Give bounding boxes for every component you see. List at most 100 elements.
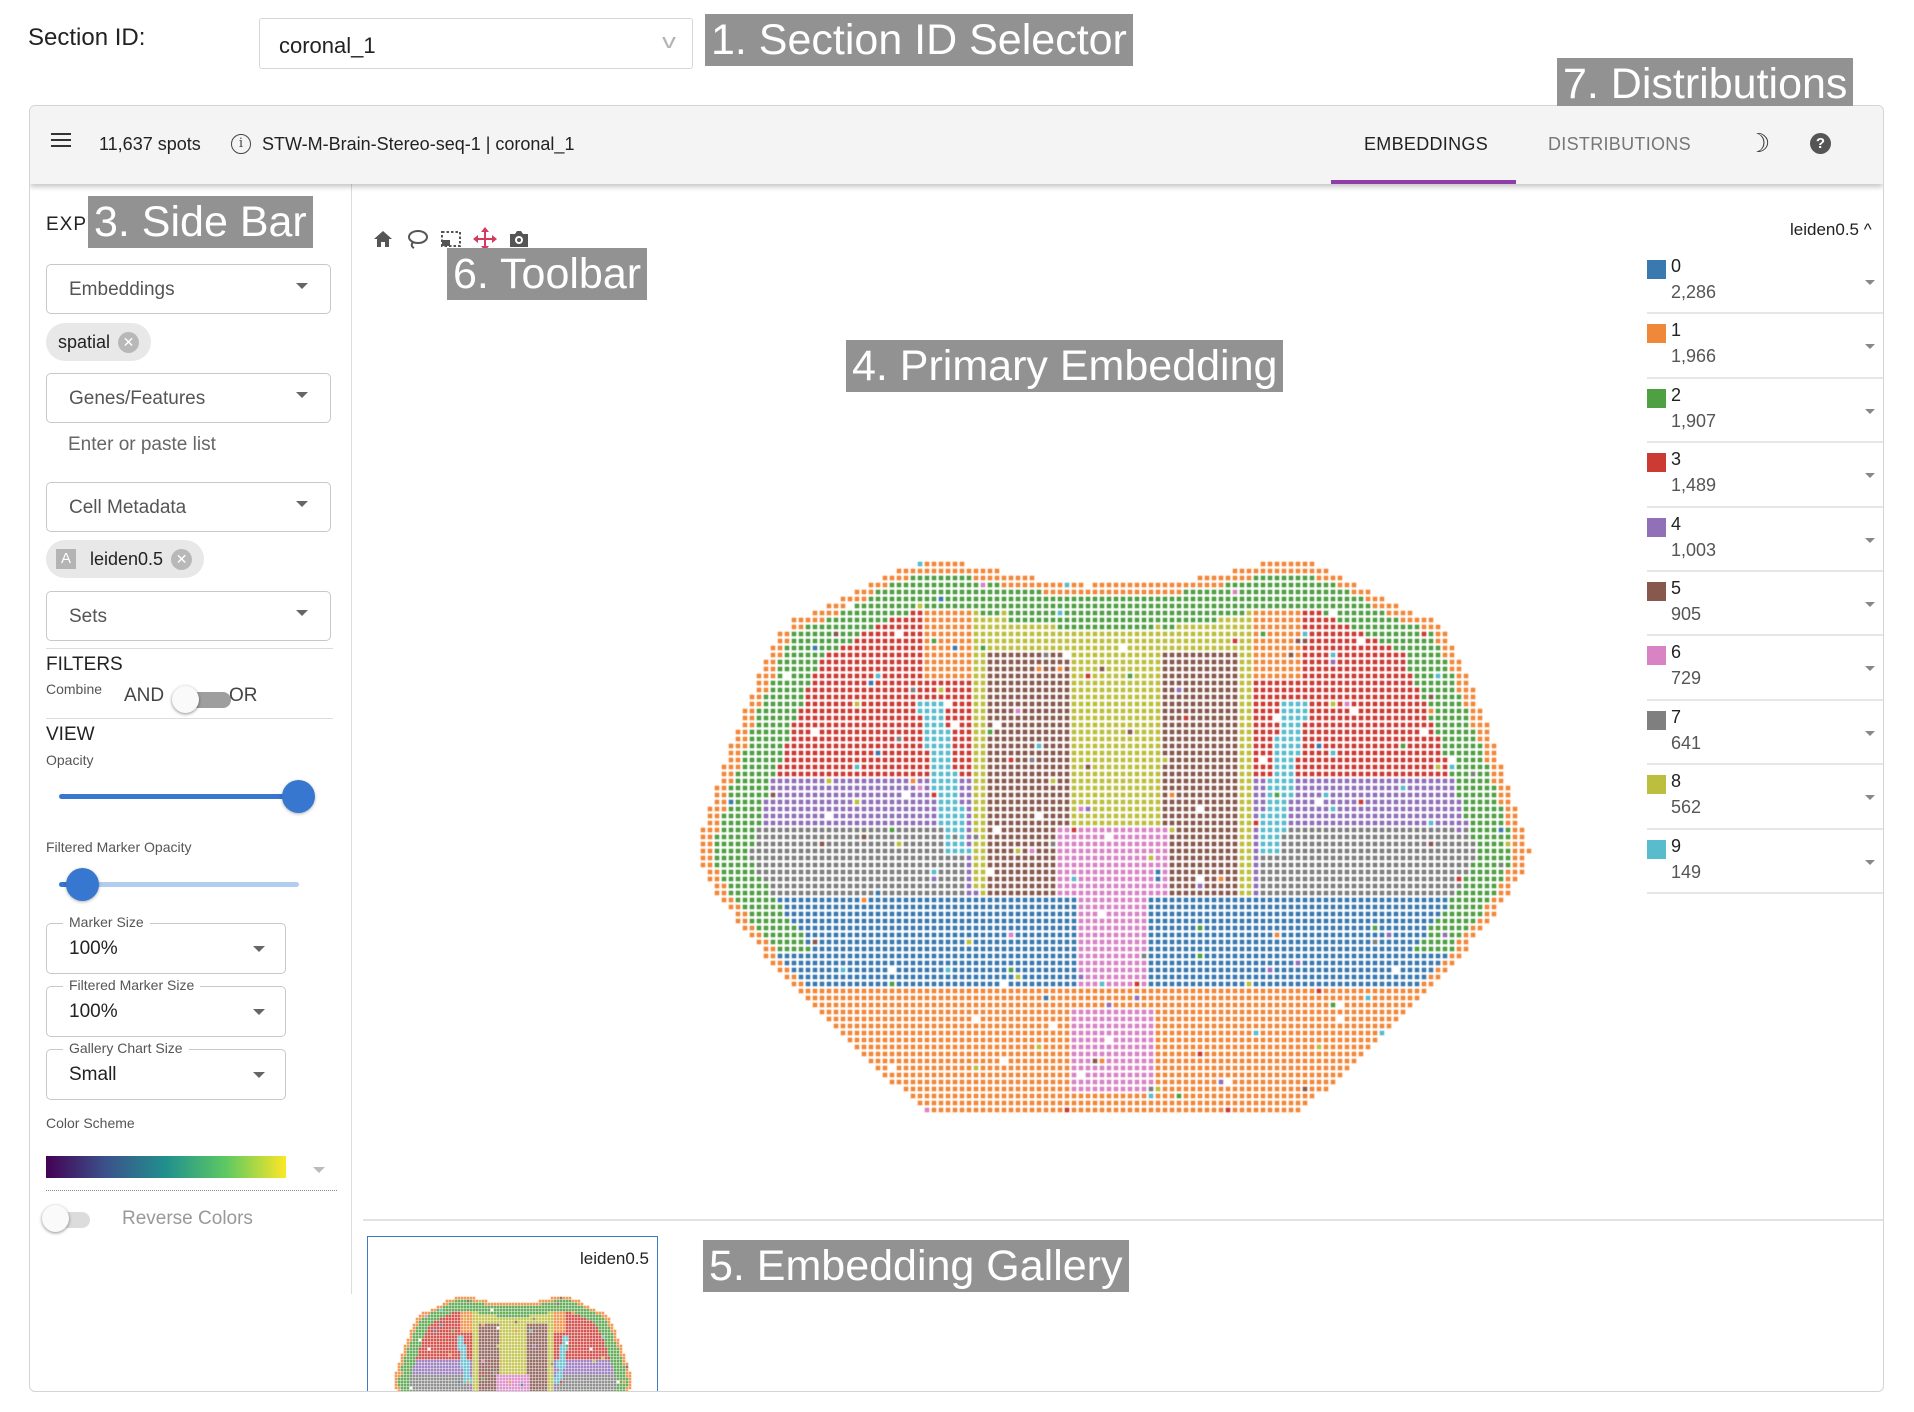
caret-down-icon[interactable] bbox=[1865, 280, 1875, 285]
legend-swatch bbox=[1647, 324, 1666, 344]
annotation-side-bar: 3. Side Bar bbox=[88, 196, 313, 248]
gallery-item[interactable]: leiden0.5 bbox=[367, 1236, 658, 1391]
divider bbox=[46, 718, 333, 719]
legend-item[interactable]: 9 149 bbox=[1647, 830, 1883, 894]
legend-item[interactable]: 8 562 bbox=[1647, 765, 1883, 830]
legend-count: 1,489 bbox=[1671, 475, 1717, 496]
primary-embedding-scatter[interactable] bbox=[353, 184, 1643, 1214]
legend-swatch bbox=[1647, 388, 1666, 408]
legend-count: 562 bbox=[1671, 797, 1702, 818]
color-scheme-select[interactable] bbox=[46, 1156, 286, 1178]
marker-size-select[interactable]: Marker Size 100% bbox=[46, 914, 286, 974]
caret-down-icon[interactable] bbox=[1865, 795, 1875, 801]
caret-down-icon[interactable] bbox=[313, 1167, 325, 1173]
opacity-slider-thumb[interactable] bbox=[282, 780, 315, 813]
chip-label: leiden0.5 bbox=[90, 549, 164, 569]
reverse-colors-toggle-thumb[interactable] bbox=[42, 1205, 69, 1232]
annotation-toolbar: 6. Toolbar bbox=[447, 248, 648, 300]
legend-item[interactable]: 0 2,286 bbox=[1647, 250, 1883, 315]
reverse-colors-label: Reverse Colors bbox=[122, 1208, 253, 1229]
caret-down-icon[interactable] bbox=[1865, 666, 1875, 672]
gallery-chart-size-label: Gallery Chart Size bbox=[63, 1040, 189, 1056]
legend-item[interactable]: 7 641 bbox=[1647, 701, 1883, 766]
gallery-chart-size-select[interactable]: Gallery Chart Size Small bbox=[46, 1040, 286, 1100]
caret-down-icon bbox=[296, 392, 308, 398]
legend-item[interactable]: 3 1,489 bbox=[1647, 443, 1883, 508]
cell-metadata-select[interactable]: Cell Metadata bbox=[46, 482, 331, 532]
app-panel: 11,637 spots i STW-M-Brain-Stereo-seq-1 … bbox=[29, 105, 1884, 1392]
side-bar: EXP Embeddings spatial ✕ Genes/Features E… bbox=[30, 184, 352, 1294]
filtered-marker-size-label: Filtered Marker Size bbox=[63, 977, 201, 993]
legend-item[interactable]: 2 1,907 bbox=[1647, 379, 1883, 444]
categorical-badge-icon: A bbox=[56, 549, 76, 569]
metadata-select-label: Cell Metadata bbox=[69, 497, 187, 518]
caret-down-icon[interactable] bbox=[1865, 601, 1875, 607]
legend-label: 6 bbox=[1671, 642, 1682, 663]
help-icon[interactable]: ? bbox=[1810, 133, 1831, 154]
caret-down-icon bbox=[296, 283, 308, 289]
opacity-slider-track[interactable] bbox=[59, 794, 299, 799]
spot-count: 11,637 spots bbox=[99, 134, 201, 154]
legend-item[interactable]: 4 1,003 bbox=[1647, 508, 1883, 572]
filtered-marker-size-select[interactable]: Filtered Marker Size 100% bbox=[46, 977, 286, 1037]
legend-item[interactable]: 1 1,966 bbox=[1647, 314, 1883, 379]
color-scheme-label: Color Scheme bbox=[46, 1115, 135, 1131]
legend-label: 9 bbox=[1671, 835, 1682, 856]
caret-down-icon bbox=[253, 1072, 265, 1078]
caret-down-icon[interactable] bbox=[1865, 408, 1875, 414]
legend-swatch bbox=[1647, 839, 1666, 859]
filtered-opacity-slider-thumb[interactable] bbox=[66, 868, 99, 901]
combine-toggle-thumb[interactable] bbox=[172, 686, 199, 713]
legend-count: 1,907 bbox=[1671, 410, 1717, 431]
chevron-down-icon: v bbox=[662, 31, 676, 53]
app-bar: 11,637 spots i STW-M-Brain-Stereo-seq-1 … bbox=[30, 106, 1883, 184]
gallery-chart-size-value: Small bbox=[69, 1064, 117, 1085]
legend-count: 641 bbox=[1671, 732, 1702, 753]
embeddings-select[interactable]: Embeddings bbox=[46, 264, 331, 314]
annotation-embedding-gallery: 5. Embedding Gallery bbox=[703, 1240, 1129, 1292]
genes-features-select[interactable]: Genes/Features bbox=[46, 373, 331, 423]
annotation-distributions: 7. Distributions bbox=[1557, 58, 1854, 110]
gallery-divider bbox=[363, 1219, 1883, 1221]
dataset-title: STW-M-Brain-Stereo-seq-1 | coronal_1 bbox=[262, 134, 575, 154]
legend-label: 7 bbox=[1671, 706, 1682, 727]
embeddings-select-label: Embeddings bbox=[69, 279, 175, 300]
annotation-section-id-selector: 1. Section ID Selector bbox=[705, 14, 1133, 66]
tab-distributions[interactable]: DISTRIBUTIONS bbox=[1548, 134, 1691, 155]
filters-title: FILTERS bbox=[46, 654, 123, 675]
legend-count: 1,003 bbox=[1671, 539, 1717, 560]
color-by-toggle[interactable]: leiden0.5 ^ bbox=[1790, 220, 1872, 240]
menu-icon[interactable] bbox=[51, 133, 71, 149]
remove-chip-icon[interactable]: ✕ bbox=[118, 332, 140, 353]
legend-label: 2 bbox=[1671, 384, 1682, 405]
legend-swatch bbox=[1647, 453, 1666, 473]
opacity-label: Opacity bbox=[46, 752, 94, 768]
caret-down-icon[interactable] bbox=[1865, 537, 1875, 543]
legend-item[interactable]: 6 729 bbox=[1647, 636, 1883, 701]
and-label: AND bbox=[124, 685, 165, 706]
home-icon[interactable] bbox=[371, 227, 395, 251]
legend-swatch bbox=[1647, 710, 1666, 730]
section-id-select[interactable]: coronal_1 v bbox=[259, 18, 693, 69]
sets-select[interactable]: Sets bbox=[46, 591, 331, 641]
info-icon[interactable]: i bbox=[231, 134, 251, 154]
caret-down-icon[interactable] bbox=[1865, 859, 1875, 865]
caret-down-icon bbox=[253, 946, 265, 952]
section-id-value: coronal_1 bbox=[279, 33, 376, 58]
lasso-icon[interactable] bbox=[405, 227, 429, 251]
legend-label: 5 bbox=[1671, 577, 1682, 598]
divider bbox=[46, 648, 333, 649]
caret-down-icon[interactable] bbox=[1865, 730, 1875, 736]
caret-down-icon[interactable] bbox=[1865, 344, 1875, 350]
metadata-chip-leiden: Aleiden0.5 ✕ bbox=[46, 540, 205, 578]
filtered-marker-size-value: 100% bbox=[69, 1001, 118, 1022]
moon-icon[interactable]: ☽ bbox=[1747, 128, 1770, 159]
legend-label: 1 bbox=[1671, 320, 1682, 341]
paste-list-input[interactable]: Enter or paste list bbox=[68, 434, 216, 456]
tab-embeddings[interactable]: EMBEDDINGS bbox=[1364, 134, 1488, 155]
annotation-primary-embedding: 4. Primary Embedding bbox=[846, 340, 1284, 392]
filtered-opacity-label: Filtered Marker Opacity bbox=[46, 839, 192, 855]
caret-down-icon[interactable] bbox=[1865, 473, 1875, 479]
remove-chip-icon[interactable]: ✕ bbox=[171, 549, 193, 570]
legend-item[interactable]: 5 905 bbox=[1647, 572, 1883, 637]
